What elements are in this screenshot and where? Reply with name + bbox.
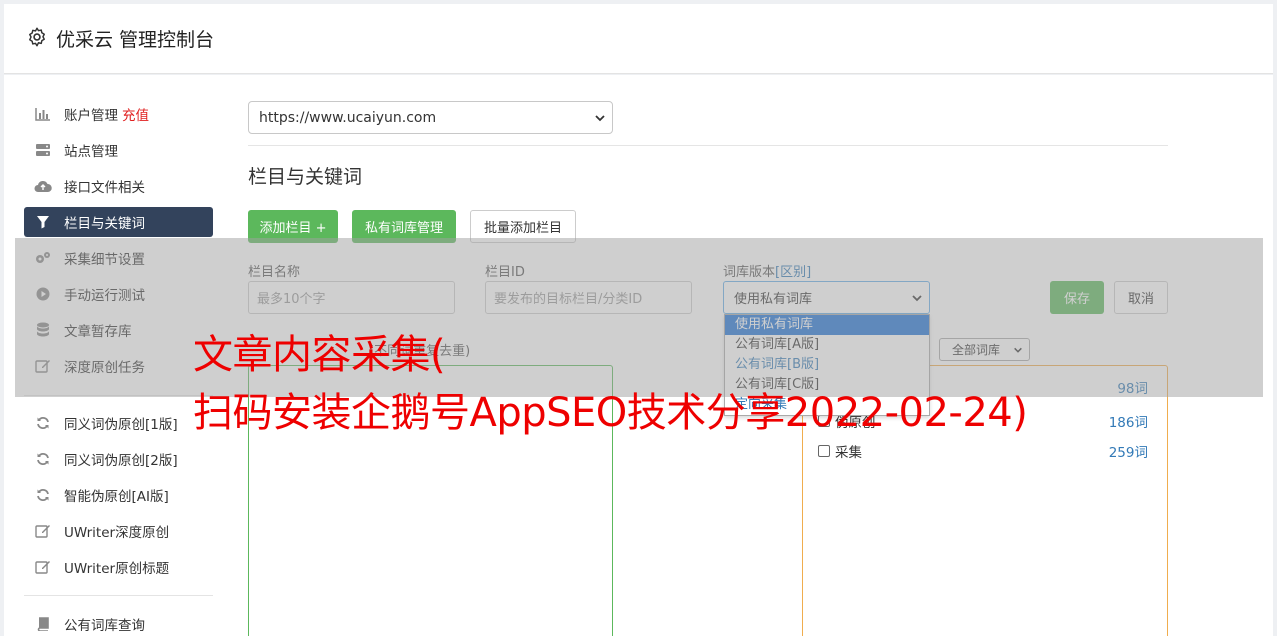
cloud-upload-icon	[34, 178, 52, 194]
sidebar-item-label: 栏目与关键词	[64, 216, 145, 232]
app-title: 优采云 管理控制台	[56, 29, 215, 51]
server-icon	[34, 142, 52, 158]
section-title: 栏目与关键词	[248, 166, 363, 188]
sidebar-item-synonym-2[interactable]: 同义词伪原创[2版]	[24, 444, 213, 474]
watermark-line-2: 扫码安装企鹅号AppSEO技术分享2022-02-24)	[193, 390, 1028, 436]
library-name: 采集	[835, 445, 862, 461]
sidebar-item-ai-original[interactable]: 智能伪原创[AI版]	[24, 480, 213, 510]
sidebar-item-interface[interactable]: 接口文件相关	[24, 171, 213, 201]
watermark-line-1: 文章内容采集(	[193, 332, 446, 378]
sidebar-item-account[interactable]: 账户管理 充值	[24, 99, 213, 129]
checkbox[interactable]	[818, 445, 830, 457]
library-count[interactable]: 186词	[1109, 411, 1148, 431]
sidebar-item-label: 接口文件相关	[64, 180, 145, 196]
site-select[interactable]: https://www.ucaiyun.com	[248, 101, 613, 134]
library-row[interactable]: 采集 259词	[818, 441, 1148, 461]
library-count[interactable]: 259词	[1109, 441, 1148, 461]
sidebar-divider	[24, 595, 213, 596]
sidebar-item-uwriter-title[interactable]: UWriter原创标题	[24, 552, 213, 582]
sidebar-item-label: 同义词伪原创[1版]	[64, 417, 178, 433]
sidebar-item-label: 站点管理	[64, 144, 118, 160]
sidebar-item-label: 同义词伪原创[2版]	[64, 453, 178, 469]
sidebar-item-public-lib[interactable]: 公有词库查询	[24, 609, 213, 636]
sidebar-item-label: UWriter原创标题	[64, 561, 170, 577]
divider	[248, 145, 1168, 146]
refresh-icon	[34, 415, 52, 431]
edit-icon	[34, 559, 52, 575]
filter-icon	[34, 214, 52, 230]
sidebar-item-label: 账户管理	[64, 108, 118, 124]
edit-icon	[34, 523, 52, 539]
chevron-down-icon	[595, 115, 605, 122]
sidebar-item-label: UWriter深度原创	[64, 525, 170, 541]
top-bar: 优采云 管理控制台	[4, 4, 1273, 74]
recharge-link[interactable]: 充值	[122, 104, 149, 124]
sidebar-item-uwriter-deep[interactable]: UWriter深度原创	[24, 516, 213, 546]
refresh-icon	[34, 451, 52, 467]
site-select-value: https://www.ucaiyun.com	[259, 109, 437, 126]
gear-icon	[29, 27, 45, 47]
sidebar-item-synonym-1[interactable]: 同义词伪原创[1版]	[24, 408, 213, 438]
sidebar-item-columns[interactable]: 栏目与关键词	[24, 207, 213, 237]
bar-chart-icon	[34, 106, 52, 122]
sidebar-item-label: 公有词库查询	[64, 618, 145, 634]
book-icon	[34, 616, 52, 632]
sidebar-item-label: 智能伪原创[AI版]	[64, 489, 169, 505]
refresh-icon	[34, 487, 52, 503]
sidebar-item-sites[interactable]: 站点管理	[24, 135, 213, 165]
